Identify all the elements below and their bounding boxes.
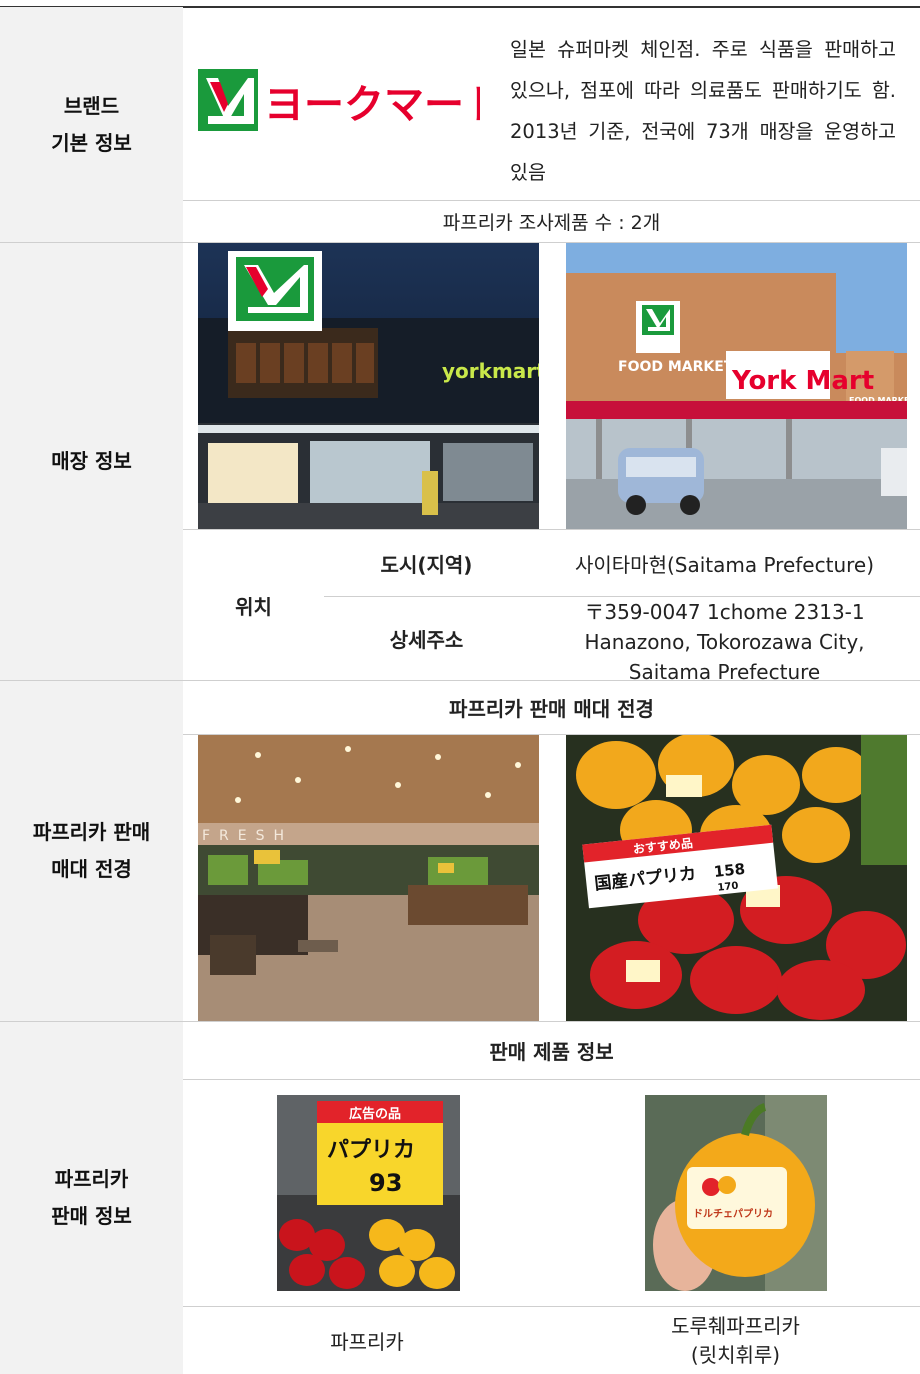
store-label: 매장 정보	[0, 243, 183, 680]
location-label: 위치	[235, 594, 272, 619]
brand-label-line1: 브랜드	[63, 93, 120, 118]
tag-price-170: 170	[717, 881, 739, 894]
store-sign-fm: FOOD MARKET	[618, 359, 734, 375]
store-sign-text: yorkmart	[442, 359, 539, 383]
divider	[183, 1079, 920, 1080]
product-name-paprika: 파프리카	[330, 1330, 404, 1354]
product-name-dolce-line2: (릿치휘루)	[690, 1343, 781, 1367]
display-label-line2: 매대 전경	[51, 857, 132, 881]
tag-price-93: 93	[369, 1169, 402, 1197]
display-photo-peppers: おすすめ品 国産パプリカ 158 170	[566, 735, 907, 1021]
tag-paprika: パプリカ	[327, 1138, 415, 1163]
product-name-dolce-paprika: 도루췌파프리카 (릿치휘루)	[551, 1312, 920, 1374]
brand-label: 브랜드 기본 정보	[0, 7, 183, 242]
store-photo-night: yorkmart	[198, 243, 539, 529]
products-label-line1: 파프리카	[54, 1167, 129, 1191]
products-label-line2: 판매 정보	[51, 1204, 132, 1228]
brand-label-line2: 기본 정보	[51, 130, 132, 155]
product-name-dolce-line1: 도루췌파프리카	[671, 1314, 800, 1338]
products-label: 파프리카 판매 정보	[0, 1022, 183, 1374]
address-value: 〒359-0047 1chome 2313-1 Hanazono, Tokoro…	[529, 597, 920, 684]
address-label: 상세주소	[389, 628, 464, 652]
display-sign-fresh: FRESH	[202, 828, 293, 844]
tag-dolce-paprika: ドルチェパプリカ	[693, 1207, 773, 1220]
product-photo-dolce-paprika: ドルチェパプリカ	[645, 1095, 827, 1291]
display-photo-interior: FRESH	[198, 735, 539, 1021]
store-photo-day: FOOD MARKET York Mart FOOD MARKET	[566, 243, 907, 529]
display-label-line1: 파프리카 판매	[32, 820, 151, 844]
tag-advert: 広告の品	[349, 1106, 401, 1122]
address-line1: 〒359-0047 1chome 2313-1	[584, 600, 865, 624]
brand-description: 일본 슈퍼마켓 체인점. 주로 식품을 판매하고 있으나, 점포에 따라 의료품…	[510, 38, 896, 184]
yorkmart-logo: ヨークマート	[198, 68, 480, 134]
store-label-text: 매장 정보	[51, 449, 132, 473]
store-sign-ym: York Mart	[731, 366, 874, 396]
address-line2: Hanazono, Tokorozawa City,	[584, 630, 865, 654]
product-photo-paprika: 広告の品 パプリカ 93	[277, 1095, 460, 1291]
display-label: 파프리카 판매 매대 전경	[0, 681, 183, 1021]
display-header: 파프리카 판매 매대 전경	[449, 697, 654, 721]
tag-price-158: 158	[713, 860, 746, 881]
logo-text: ヨークマート	[264, 82, 480, 128]
survey-count: 파프리카 조사제품 수 : 2개	[442, 212, 661, 234]
city-label: 도시(지역)	[380, 552, 473, 577]
city-value: 사이타마현(Saitama Prefecture)	[574, 552, 875, 577]
products-header: 판매 제품 정보	[489, 1040, 614, 1064]
